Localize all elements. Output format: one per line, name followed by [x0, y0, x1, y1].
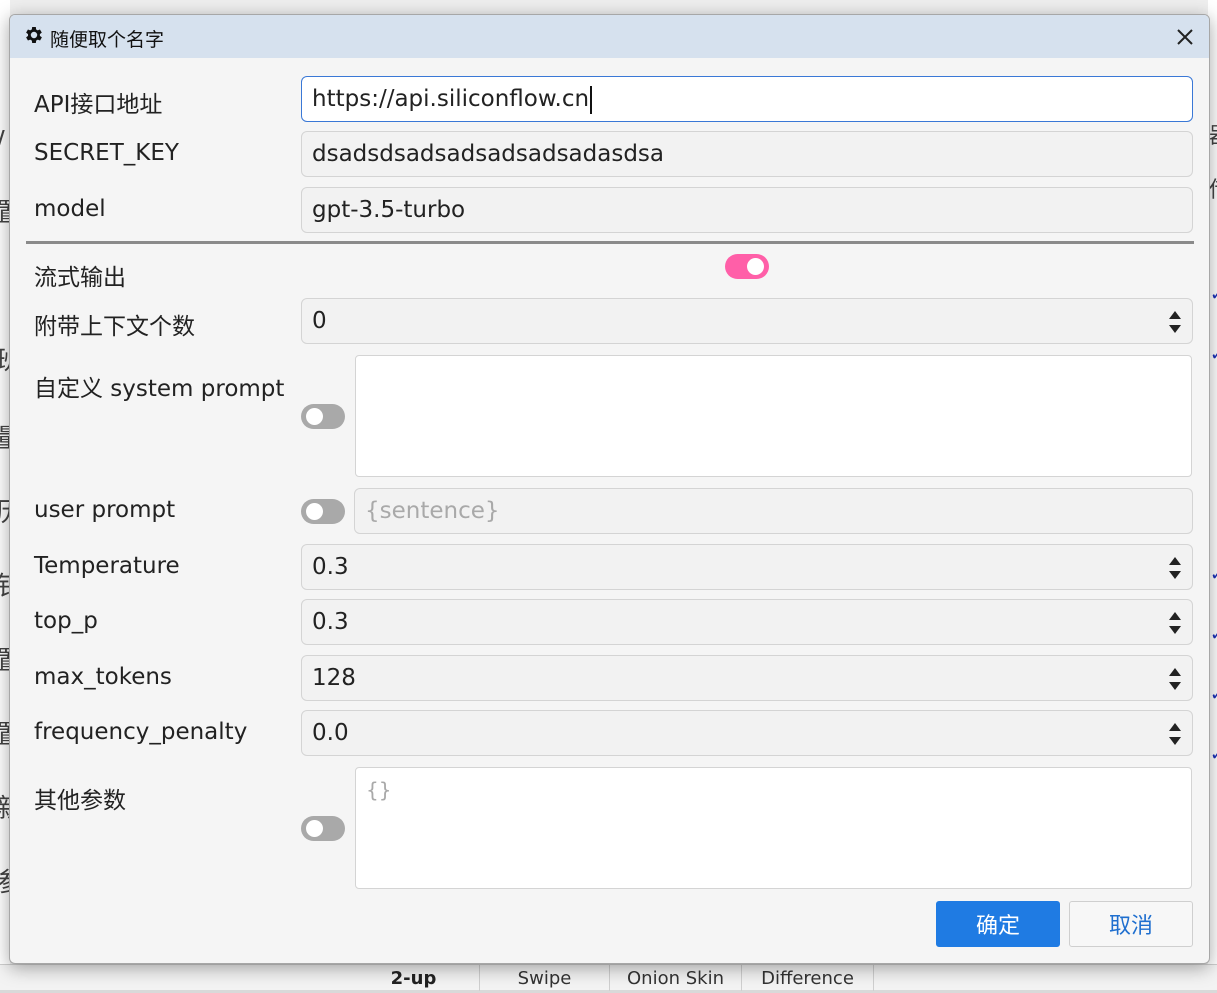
- temperature-label: Temperature: [34, 553, 180, 579]
- frequency-penalty-value: 0.0: [312, 720, 349, 746]
- background-check-mark: ✓: [1210, 344, 1217, 365]
- system-prompt-toggle[interactable]: [301, 404, 345, 429]
- tab-difference[interactable]: Difference: [742, 965, 874, 991]
- background-check-mark: ✓: [1210, 684, 1217, 705]
- toggle-knob: [306, 503, 323, 520]
- max-tokens-label: max_tokens: [34, 664, 172, 690]
- other-params-textarea[interactable]: {}: [355, 767, 1192, 889]
- spin-arrows-icon[interactable]: [1168, 309, 1182, 335]
- secret-key-value: dsadsdsadsadsadsadsadasdsa: [312, 141, 664, 167]
- toggle-knob: [306, 820, 323, 837]
- user-prompt-label: user prompt: [34, 497, 175, 523]
- close-icon: [1175, 27, 1195, 47]
- other-params-label: 其他参数: [34, 781, 126, 815]
- api-url-label: API接口地址: [34, 85, 162, 119]
- user-prompt-toggle[interactable]: [301, 499, 345, 524]
- spin-arrows-icon[interactable]: [1168, 555, 1182, 581]
- gear-icon: [23, 24, 45, 46]
- background-check-mark: ✓: [1210, 284, 1217, 305]
- dialog-title: 随便取个名字: [50, 25, 164, 52]
- max-tokens-value: 128: [312, 665, 356, 691]
- spin-arrows-icon[interactable]: [1168, 721, 1182, 747]
- temperature-value: 0.3: [312, 554, 349, 580]
- secret-key-input[interactable]: dsadsdsadsadsadsadsadasdsa: [301, 131, 1193, 177]
- tab-onion-skin[interactable]: Onion Skin: [610, 965, 742, 991]
- settings-dialog: 随便取个名字 API接口地址 https://api.siliconflow.c…: [9, 14, 1210, 964]
- background-check-mark: ✓: [1210, 564, 1217, 585]
- context-count-value: 0: [312, 308, 327, 334]
- model-value: gpt-3.5-turbo: [312, 197, 465, 223]
- close-button[interactable]: [1167, 19, 1203, 55]
- section-divider: [26, 241, 1194, 244]
- system-prompt-textarea[interactable]: [355, 355, 1192, 477]
- model-input[interactable]: gpt-3.5-turbo: [301, 187, 1193, 233]
- tab-2-up[interactable]: 2-up: [348, 965, 480, 991]
- user-prompt-placeholder: {sentence}: [365, 498, 500, 524]
- other-params-toggle[interactable]: [301, 816, 345, 841]
- api-url-input[interactable]: https://api.siliconflow.cn: [301, 76, 1193, 122]
- secret-key-label: SECRET_KEY: [34, 140, 179, 166]
- background-compare-tabs: 2-up Swipe Onion Skin Difference: [0, 964, 1217, 990]
- stream-output-label: 流式输出: [34, 258, 126, 292]
- confirm-button[interactable]: 确定: [936, 901, 1060, 947]
- spin-arrows-icon[interactable]: [1168, 610, 1182, 636]
- other-params-placeholder: {}: [366, 778, 391, 802]
- frequency-penalty-spinbox[interactable]: 0.0: [301, 710, 1193, 756]
- api-url-value: https://api.siliconflow.cn: [312, 86, 589, 112]
- context-count-spinbox[interactable]: 0: [301, 298, 1193, 344]
- top-p-value: 0.3: [312, 609, 349, 635]
- frequency-penalty-label: frequency_penalty: [34, 719, 247, 745]
- model-label: model: [34, 196, 106, 222]
- toggle-knob: [306, 408, 323, 425]
- stream-output-toggle[interactable]: [725, 254, 769, 279]
- spin-arrows-icon[interactable]: [1168, 666, 1182, 692]
- system-prompt-label: 自定义 system prompt: [34, 369, 284, 403]
- temperature-spinbox[interactable]: 0.3: [301, 544, 1193, 590]
- top-p-spinbox[interactable]: 0.3: [301, 599, 1193, 645]
- user-prompt-input[interactable]: {sentence}: [354, 488, 1193, 534]
- background-text: 器: [1209, 118, 1217, 150]
- text-caret: [590, 86, 592, 114]
- dialog-titlebar[interactable]: 随便取个名字: [10, 15, 1209, 58]
- top-p-label: top_p: [34, 608, 98, 634]
- max-tokens-spinbox[interactable]: 128: [301, 655, 1193, 701]
- toggle-knob: [747, 258, 764, 275]
- tab-swipe[interactable]: Swipe: [480, 965, 610, 991]
- context-count-label: 附带上下文个数: [34, 307, 195, 341]
- background-check-mark: ✓: [1210, 624, 1217, 645]
- background-text: 借: [1209, 172, 1217, 204]
- cancel-button[interactable]: 取消: [1069, 901, 1193, 947]
- background-check-mark: ✓: [1210, 744, 1217, 765]
